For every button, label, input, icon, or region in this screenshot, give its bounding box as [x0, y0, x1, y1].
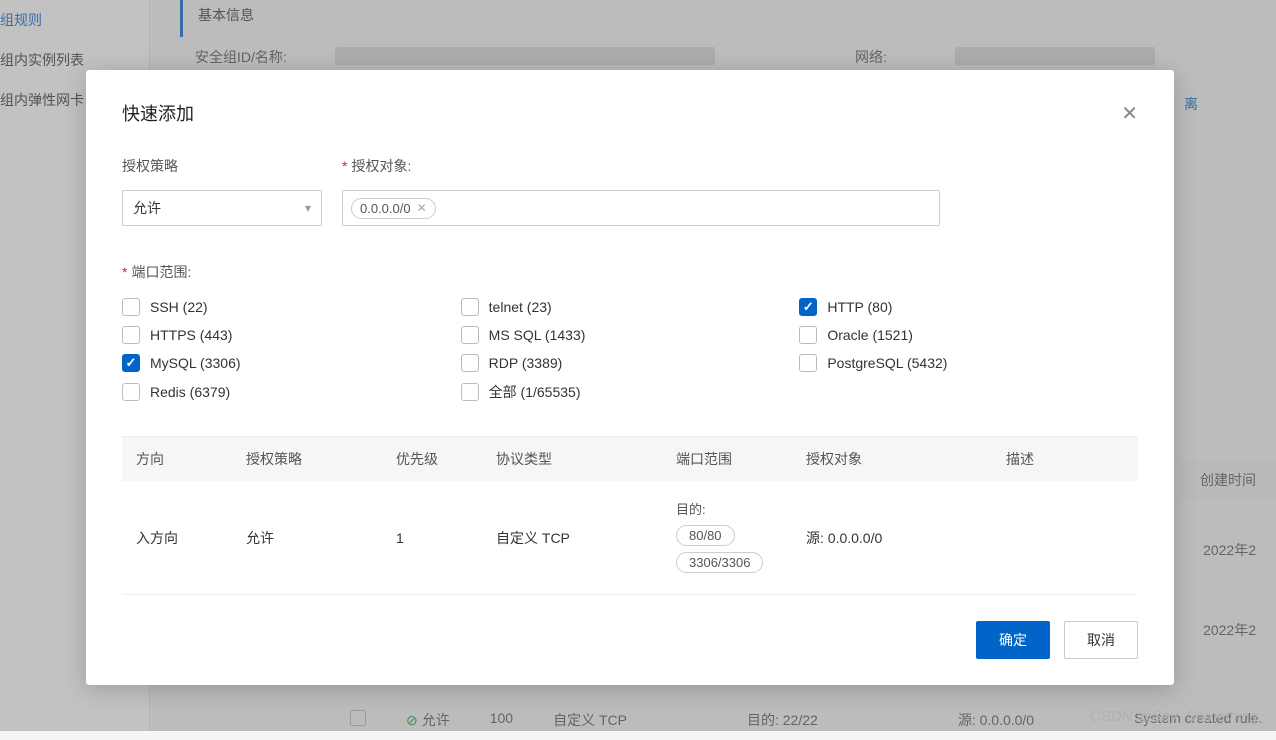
td-direction: 入方向 — [136, 528, 246, 548]
cb-label: PostgreSQL (5432) — [827, 355, 947, 371]
port-range-label: 端口范围: — [122, 262, 1138, 282]
cb-http[interactable]: HTTP (80) — [799, 298, 1138, 316]
th-priority: 优先级 — [396, 449, 496, 469]
modal-title: 快速添加 — [122, 100, 194, 126]
cb-label: HTTPS (443) — [150, 327, 232, 343]
cb-mysql[interactable]: MySQL (3306) — [122, 354, 461, 372]
checkbox-icon — [461, 298, 479, 316]
cb-postgres[interactable]: PostgreSQL (5432) — [799, 354, 1138, 372]
cb-label: Oracle (1521) — [827, 327, 913, 343]
table-row: 入方向 允许 1 自定义 TCP 目的: 80/80 3306/3306 源: … — [122, 481, 1138, 595]
port-pill-1: 80/80 — [676, 525, 735, 546]
checkbox-icon — [799, 354, 817, 372]
policy-label: 授权策略 — [122, 156, 322, 176]
cb-label: MS SQL (1433) — [489, 327, 586, 343]
cb-rdp[interactable]: RDP (3389) — [461, 354, 800, 372]
cb-label: telnet (23) — [489, 299, 552, 315]
target-tag-text: 0.0.0.0/0 — [360, 201, 411, 216]
cb-label: Redis (6379) — [150, 384, 230, 400]
table-header: 方向 授权策略 优先级 协议类型 端口范围 授权对象 描述 — [122, 437, 1138, 481]
checkbox-icon — [122, 354, 140, 372]
watermark: CSDN @Say_Something_ — [1090, 708, 1266, 725]
policy-value: 允许 — [133, 198, 161, 218]
td-priority: 1 — [396, 530, 496, 546]
chevron-down-icon: ▾ — [305, 201, 311, 215]
th-target: 授权对象 — [806, 449, 1006, 469]
cb-https[interactable]: HTTPS (443) — [122, 326, 461, 344]
th-port: 端口范围 — [676, 449, 806, 469]
checkbox-icon — [799, 298, 817, 316]
tag-remove-icon[interactable]: ✕ — [417, 201, 427, 215]
td-protocol: 自定义 TCP — [496, 528, 676, 548]
checkbox-icon — [461, 326, 479, 344]
th-desc: 描述 — [1006, 449, 1124, 469]
checkbox-icon — [122, 383, 140, 401]
th-policy: 授权策略 — [246, 449, 396, 469]
preview-table: 方向 授权策略 优先级 协议类型 端口范围 授权对象 描述 入方向 允许 1 自… — [122, 436, 1138, 595]
policy-select[interactable]: 允许 ▾ — [122, 190, 322, 226]
cb-telnet[interactable]: telnet (23) — [461, 298, 800, 316]
cb-label: MySQL (3306) — [150, 355, 241, 371]
target-label: 授权对象: — [342, 156, 940, 176]
cb-all[interactable]: 全部 (1/65535) — [461, 382, 800, 402]
cb-oracle[interactable]: Oracle (1521) — [799, 326, 1138, 344]
cb-label: SSH (22) — [150, 299, 208, 315]
quick-add-modal: 快速添加 ✕ 授权策略 允许 ▾ 授权对象: 0.0.0.0/0 ✕ 端口范围:… — [86, 70, 1174, 685]
port-checkbox-grid: SSH (22) telnet (23) HTTP (80) HTTPS (44… — [122, 298, 1138, 402]
cb-label: 全部 (1/65535) — [489, 382, 581, 402]
checkbox-icon — [461, 383, 479, 401]
cancel-button[interactable]: 取消 — [1064, 621, 1138, 659]
cb-redis[interactable]: Redis (6379) — [122, 382, 461, 402]
checkbox-icon — [122, 326, 140, 344]
checkbox-icon — [799, 326, 817, 344]
td-port: 目的: 80/80 3306/3306 — [676, 499, 806, 576]
cb-ssh[interactable]: SSH (22) — [122, 298, 461, 316]
cb-label: HTTP (80) — [827, 299, 892, 315]
close-icon[interactable]: ✕ — [1121, 101, 1138, 126]
port-dest-label: 目的: — [676, 499, 806, 518]
port-pill-2: 3306/3306 — [676, 552, 763, 573]
target-input[interactable]: 0.0.0.0/0 ✕ — [342, 190, 940, 226]
td-policy: 允许 — [246, 528, 396, 548]
checkbox-icon — [461, 354, 479, 372]
ok-button[interactable]: 确定 — [976, 621, 1050, 659]
target-tag: 0.0.0.0/0 ✕ — [351, 198, 436, 219]
cb-mssql[interactable]: MS SQL (1433) — [461, 326, 800, 344]
th-protocol: 协议类型 — [496, 449, 676, 469]
cb-label: RDP (3389) — [489, 355, 563, 371]
th-direction: 方向 — [136, 449, 246, 469]
td-target: 源: 0.0.0.0/0 — [806, 528, 1006, 548]
checkbox-icon — [122, 298, 140, 316]
